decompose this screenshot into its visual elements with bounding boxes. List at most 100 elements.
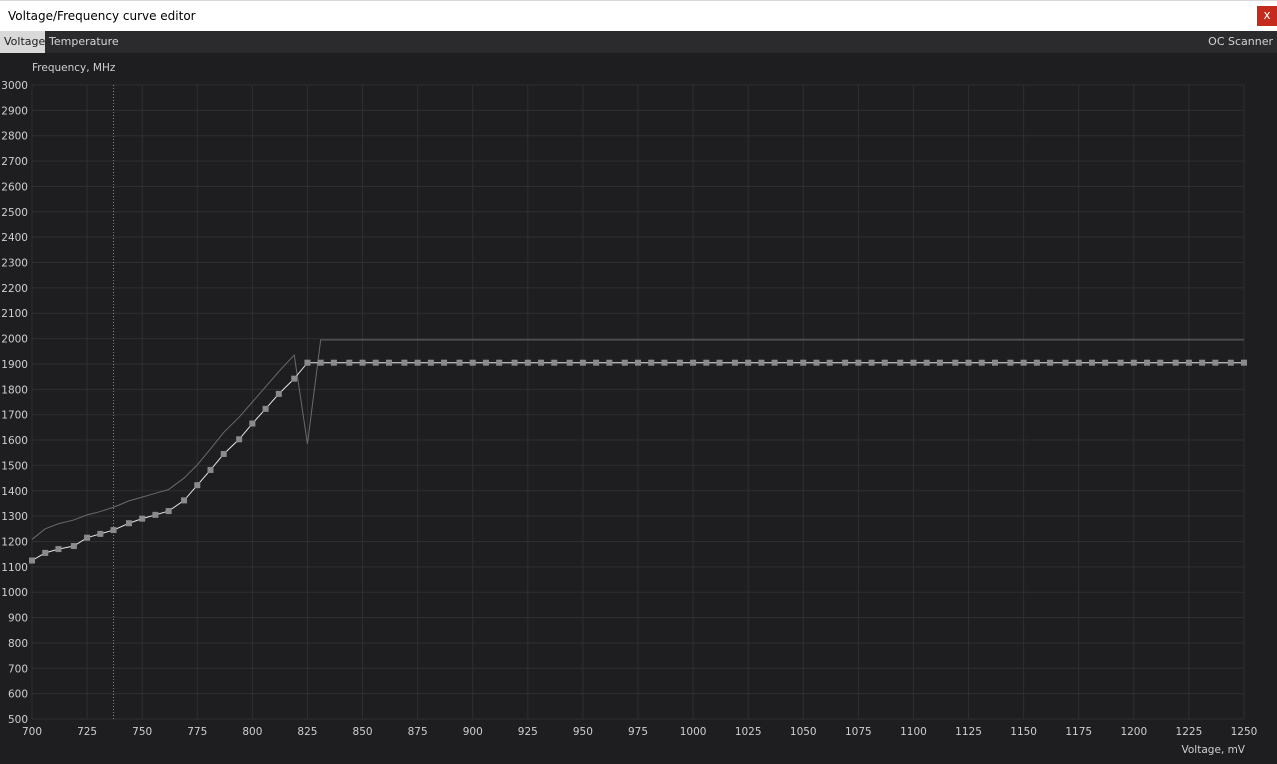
vf-curve-point[interactable] <box>1185 359 1192 366</box>
vf-curve-point[interactable] <box>401 359 408 366</box>
vf-curve-point[interactable] <box>372 359 379 366</box>
vf-curve-point[interactable] <box>551 359 558 366</box>
vf-curve-point[interactable] <box>469 359 476 366</box>
vf-curve-point[interactable] <box>842 359 849 366</box>
vf-curve-point[interactable] <box>716 359 723 366</box>
vf-curve-point[interactable] <box>855 359 862 366</box>
vf-curve-point[interactable] <box>70 543 77 550</box>
vf-curve-point[interactable] <box>511 359 518 366</box>
vf-curve-point[interactable] <box>1062 359 1069 366</box>
vf-curve-point[interactable] <box>84 534 91 541</box>
vf-curve-point[interactable] <box>1199 359 1206 366</box>
vf-curve-point[interactable] <box>1047 359 1054 366</box>
vf-curve-point[interactable] <box>496 359 503 366</box>
vf-curve-point[interactable] <box>330 359 337 366</box>
vf-curve-point[interactable] <box>220 450 227 457</box>
vf-curve-point[interactable] <box>441 359 448 366</box>
vf-curve-point[interactable] <box>538 359 545 366</box>
vf-curve-point[interactable] <box>275 390 282 397</box>
x-tick-label: 775 <box>187 726 207 738</box>
vf-curve-point[interactable] <box>1102 359 1109 366</box>
vf-curve-point[interactable] <box>42 549 49 556</box>
vf-curve-point[interactable] <box>55 546 62 553</box>
vf-curve-point[interactable] <box>207 466 214 473</box>
vf-curve-point[interactable] <box>1088 359 1095 366</box>
tab-voltage[interactable]: Voltage <box>0 31 45 53</box>
vf-curve-point[interactable] <box>181 497 188 504</box>
vf-curve-point[interactable] <box>731 359 738 366</box>
oc-scanner-button[interactable]: OC Scanner <box>1204 31 1277 53</box>
vf-curve-point[interactable] <box>978 359 985 366</box>
vf-curve-point[interactable] <box>758 359 765 366</box>
vf-curve-point[interactable] <box>139 515 146 522</box>
vf-curve-point[interactable] <box>165 508 172 515</box>
vf-curve-point[interactable] <box>110 527 117 534</box>
vf-curve-point[interactable] <box>661 359 668 366</box>
vf-curve-point[interactable] <box>1212 359 1219 366</box>
vf-curve-point[interactable] <box>703 359 710 366</box>
vf-curve-point[interactable] <box>1227 359 1234 366</box>
vf-curve-point[interactable] <box>826 359 833 366</box>
vf-curve-point[interactable] <box>635 359 641 366</box>
vf-curve-point[interactable] <box>690 359 697 366</box>
vf-curve-point[interactable] <box>1157 359 1164 366</box>
vf-curve-point[interactable] <box>910 359 917 366</box>
vf-curve-point[interactable] <box>1172 359 1179 366</box>
vf-curve-point[interactable] <box>194 482 201 489</box>
vf-curve-point[interactable] <box>1117 359 1124 366</box>
vf-curve-point[interactable] <box>745 359 752 366</box>
vf-curve-point[interactable] <box>29 557 35 564</box>
vf-curve-point[interactable] <box>881 359 888 366</box>
vf-curve-point[interactable] <box>304 359 311 366</box>
vf-curve-point[interactable] <box>813 359 820 366</box>
vf-curve-point[interactable] <box>456 359 463 366</box>
vf-curve-point[interactable] <box>427 359 434 366</box>
vf-curve-point[interactable] <box>800 359 807 366</box>
vf-curve-point[interactable] <box>1075 359 1082 366</box>
close-button[interactable]: x <box>1257 6 1277 26</box>
vf-curve-point[interactable] <box>579 359 586 366</box>
vf-curve-point[interactable] <box>482 359 489 366</box>
vf-curve-point[interactable] <box>593 359 600 366</box>
vf-curve-point[interactable] <box>385 359 392 366</box>
vf-curve-point[interactable] <box>97 530 104 537</box>
vf-curve-point[interactable] <box>676 359 683 366</box>
vf-curve-point[interactable] <box>965 359 972 366</box>
vf-curve-point[interactable] <box>346 359 353 366</box>
vf-curve-point[interactable] <box>1007 359 1014 366</box>
vf-curve-point[interactable] <box>1144 359 1151 366</box>
vf-curve-point[interactable] <box>1130 359 1137 366</box>
vf-curve-point[interactable] <box>1241 359 1247 366</box>
y-tick-label: 900 <box>8 613 28 625</box>
vf-curve-canvas[interactable]: 500 600 700 800 900 1000 1100 1200 1300 1400 1500 1… <box>0 53 1277 760</box>
vf-curve-point[interactable] <box>524 359 531 366</box>
vf-curve-point[interactable] <box>249 420 256 427</box>
vf-curve-point[interactable] <box>936 359 943 366</box>
vf-curve-point[interactable] <box>952 359 959 366</box>
vf-curve-point[interactable] <box>621 359 628 366</box>
x-tick-label: 1100 <box>900 726 927 738</box>
vf-curve-point[interactable] <box>606 359 613 366</box>
vf-curve-chart[interactable]: 500 600 700 800 900 1000 1100 1200 1300 1400 1500 1… <box>0 53 1277 760</box>
vf-curve-point[interactable] <box>897 359 904 366</box>
vf-curve-point[interactable] <box>923 359 930 366</box>
vf-curve-point[interactable] <box>414 359 421 366</box>
vf-curve-point[interactable] <box>317 359 324 366</box>
vf-curve-point[interactable] <box>771 359 778 366</box>
vf-curve-point[interactable] <box>868 359 875 366</box>
tab-temperature[interactable]: Temperature <box>45 31 123 53</box>
vf-curve-point[interactable] <box>566 359 573 366</box>
vf-curve-point[interactable] <box>236 436 243 443</box>
vf-curve-point[interactable] <box>1020 359 1027 366</box>
y-tick-label: 2900 <box>1 105 28 117</box>
vf-curve-point[interactable] <box>1033 359 1040 366</box>
vf-curve-point[interactable] <box>125 520 132 527</box>
vf-curve-point[interactable] <box>291 375 298 382</box>
y-tick-label: 1500 <box>1 460 28 472</box>
vf-curve-point[interactable] <box>359 359 366 366</box>
vf-curve-point[interactable] <box>262 405 269 412</box>
vf-curve-point[interactable] <box>991 359 998 366</box>
vf-curve-point[interactable] <box>648 359 655 366</box>
vf-curve-point[interactable] <box>152 511 159 518</box>
vf-curve-point[interactable] <box>787 359 794 366</box>
